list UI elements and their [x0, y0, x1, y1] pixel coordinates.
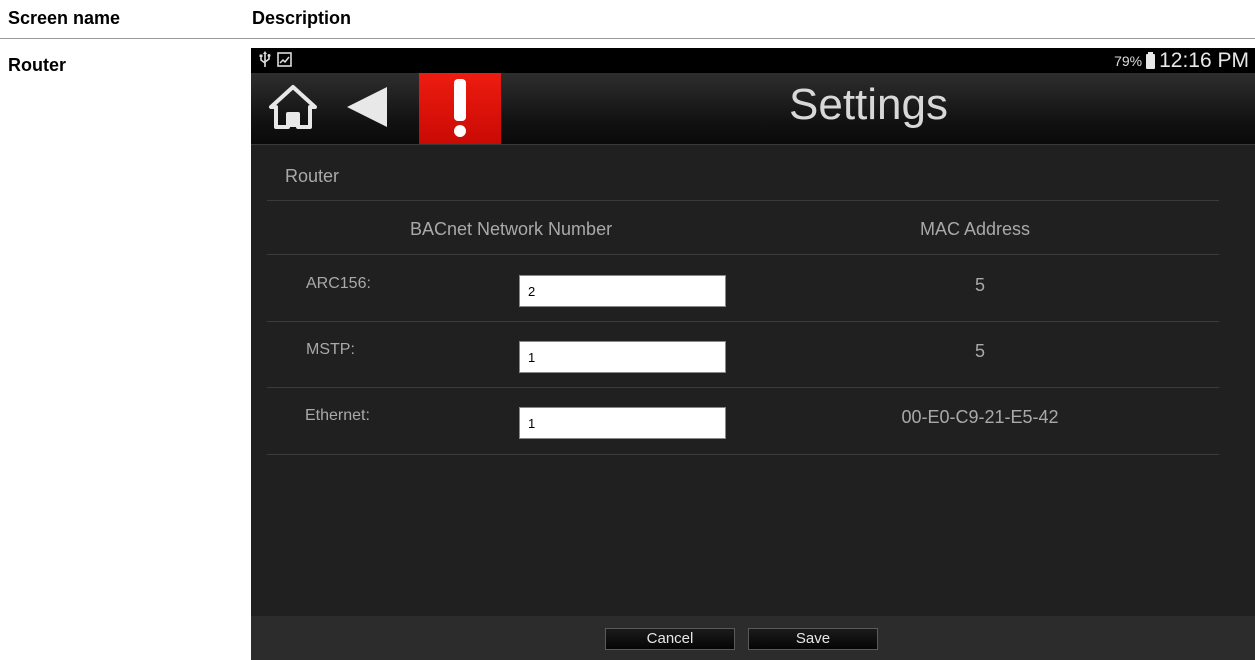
clock-time: 12:16 PM: [1159, 49, 1249, 72]
divider: [267, 387, 1219, 388]
back-arrow-icon: [347, 87, 387, 127]
status-icons-right: 79% 12:16 PM: [1114, 49, 1249, 73]
description-header: Description: [252, 8, 352, 28]
router-settings-panel: Router BACnet Network Number MAC Address…: [251, 145, 1255, 616]
ethernet-network-number-input[interactable]: 1: [519, 407, 726, 439]
status-icons-left: [259, 51, 292, 73]
battery-icon: [1146, 51, 1156, 69]
divider: [267, 254, 1219, 255]
ethernet-mac-value: 00-E0-C9-21-E5-42: [901, 407, 1059, 427]
device-screen: 79% 12:16 PM Settings Router BACnet Netw…: [251, 48, 1255, 660]
alarm-button[interactable]: [419, 73, 501, 144]
mstp-mac-value: 5: [974, 341, 985, 361]
ethernet-label: Ethernet:: [305, 407, 370, 424]
usb-icon: [259, 51, 271, 73]
status-bar: 79% 12:16 PM: [251, 48, 1255, 73]
arc156-network-number-input[interactable]: 2: [519, 275, 726, 307]
mstp-network-number-input[interactable]: 1: [519, 341, 726, 373]
divider: [267, 200, 1219, 201]
cancel-button[interactable]: Cancel: [605, 628, 735, 650]
divider: [267, 321, 1219, 322]
arc156-mac-value: 5: [974, 275, 985, 295]
section-title: Router: [285, 166, 340, 186]
mstp-label: MSTP:: [306, 341, 355, 358]
save-button[interactable]: Save: [748, 628, 878, 650]
arc156-label: ARC156:: [306, 275, 371, 292]
home-button[interactable]: [267, 81, 319, 133]
divider: [267, 454, 1219, 455]
network-number-column-header: BACnet Network Number: [410, 219, 613, 239]
title-bar: Settings: [251, 73, 1255, 145]
image-icon: [277, 52, 292, 72]
home-icon: [269, 85, 317, 129]
exclamation-icon: [454, 79, 466, 137]
page-title: Settings: [789, 80, 948, 129]
screen-name-header: Screen name: [8, 8, 121, 28]
doc-table-header: Screen name Description: [0, 0, 1255, 39]
battery-percent: 79%: [1114, 53, 1143, 69]
back-button[interactable]: [343, 83, 389, 131]
screen-name-cell: Router: [8, 55, 66, 75]
mac-address-column-header: MAC Address: [920, 219, 1031, 239]
footer-bar: Cancel Save: [251, 616, 1255, 660]
